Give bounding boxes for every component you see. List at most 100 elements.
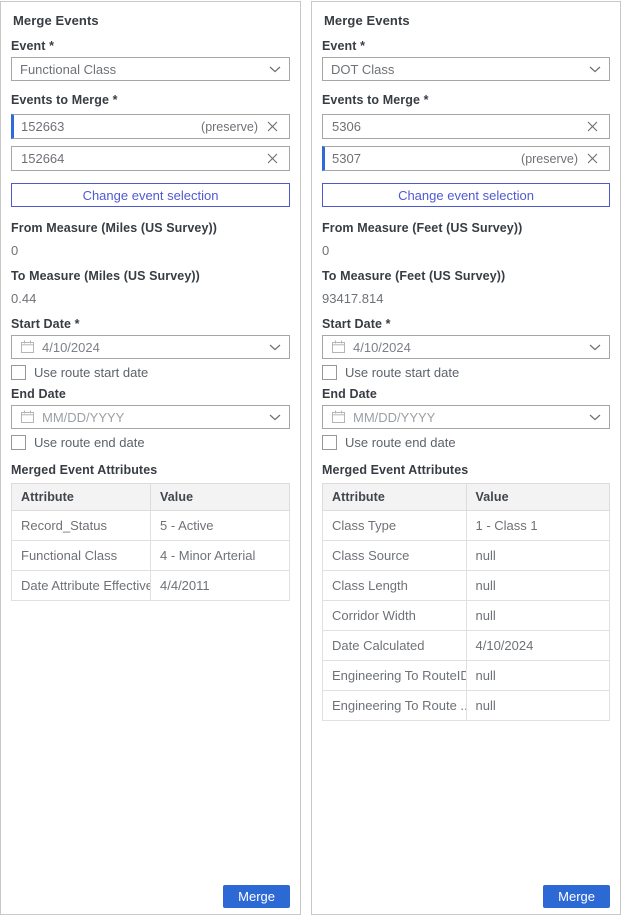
remove-event-icon[interactable] <box>265 119 280 134</box>
to-measure-value: 93417.814 <box>322 292 610 306</box>
checkbox-unchecked[interactable] <box>322 435 337 450</box>
from-measure-label: From Measure (Feet (US Survey)) <box>322 221 610 235</box>
value-cell: 1 - Class 1 <box>466 511 610 541</box>
table-row: Engineering To RouteIDnull <box>323 661 610 691</box>
table-body: Record_Status5 - ActiveFunctional Class4… <box>12 511 290 601</box>
use-route-start-date-checkbox-row[interactable]: Use route start date <box>322 365 610 380</box>
panel-spacer <box>11 601 290 885</box>
attribute-column-header: Attribute <box>323 484 467 511</box>
table-row: Corridor Widthnull <box>323 601 610 631</box>
event-id-value: 152664 <box>21 151 265 166</box>
start-date-input[interactable]: 4/10/2024 <box>11 335 290 359</box>
checkbox-unchecked[interactable] <box>11 365 26 380</box>
chevron-down-icon <box>269 344 281 351</box>
attribute-cell: Class Length <box>323 571 467 601</box>
end-date-placeholder: MM/DD/YYYY <box>42 410 262 425</box>
attribute-cell: Engineering To RouteID <box>323 661 467 691</box>
calendar-icon <box>20 340 35 354</box>
attribute-cell: Record_Status <box>12 511 151 541</box>
merged-attributes-table: Attribute Value Class Type1 - Class 1Cla… <box>322 483 610 721</box>
start-date-value: 4/10/2024 <box>42 340 262 355</box>
calendar-icon <box>331 340 346 354</box>
start-date-input[interactable]: 4/10/2024 <box>322 335 610 359</box>
event-label: Event * <box>322 39 610 53</box>
table-row: Functional Class4 - Minor Arterial <box>12 541 290 571</box>
attribute-cell: Engineering To Route ... <box>323 691 467 721</box>
start-date-label: Start Date * <box>11 317 290 331</box>
merged-event-attributes-title: Merged Event Attributes <box>322 463 610 477</box>
change-event-selection-button[interactable]: Change event selection <box>11 183 290 207</box>
value-cell: 4/4/2011 <box>151 571 290 601</box>
end-date-input[interactable]: MM/DD/YYYY <box>11 405 290 429</box>
table-row: Date Calculated4/10/2024 <box>323 631 610 661</box>
from-measure-value: 0 <box>322 244 610 258</box>
events-to-merge-list: 152663(preserve) 152664 <box>11 107 290 171</box>
to-measure-label: To Measure (Feet (US Survey)) <box>322 269 610 283</box>
value-cell: null <box>466 541 610 571</box>
use-route-end-date-checkbox-row[interactable]: Use route end date <box>322 435 610 450</box>
merge-button[interactable]: Merge <box>543 885 610 908</box>
value-cell: null <box>466 571 610 601</box>
value-cell: null <box>466 661 610 691</box>
preserve-badge: (preserve) <box>201 120 258 134</box>
merge-button-row: Merge <box>322 885 610 910</box>
to-measure-label: To Measure (Miles (US Survey)) <box>11 269 290 283</box>
remove-event-icon[interactable] <box>585 151 600 166</box>
merge-button-row: Merge <box>11 885 290 910</box>
table-row: Engineering To Route ...null <box>323 691 610 721</box>
table-row: Class Sourcenull <box>323 541 610 571</box>
event-id-input[interactable]: 152663(preserve) <box>11 114 290 139</box>
use-route-end-date-label: Use route end date <box>34 435 145 450</box>
attribute-cell: Date Attribute Effective <box>12 571 151 601</box>
attribute-cell: Date Calculated <box>323 631 467 661</box>
events-to-merge-list: 5306 5307(preserve) <box>322 107 610 171</box>
page-title: Merge Events <box>13 13 290 28</box>
event-select-value: Functional Class <box>20 62 116 77</box>
end-date-input[interactable]: MM/DD/YYYY <box>322 405 610 429</box>
event-id-input[interactable]: 152664 <box>11 146 290 171</box>
events-to-merge-label: Events to Merge * <box>11 93 290 107</box>
table-row: Date Attribute Effective4/4/2011 <box>12 571 290 601</box>
use-route-start-date-checkbox-row[interactable]: Use route start date <box>11 365 290 380</box>
use-route-end-date-label: Use route end date <box>345 435 456 450</box>
attribute-column-header: Attribute <box>12 484 151 511</box>
merged-event-attributes-title: Merged Event Attributes <box>11 463 290 477</box>
chevron-down-icon <box>589 414 601 421</box>
table-row: Class Type1 - Class 1 <box>323 511 610 541</box>
remove-event-icon[interactable] <box>585 119 600 134</box>
from-measure-label: From Measure (Miles (US Survey)) <box>11 221 290 235</box>
use-route-end-date-checkbox-row[interactable]: Use route end date <box>11 435 290 450</box>
event-id-input[interactable]: 5306 <box>322 114 610 139</box>
checkbox-unchecked[interactable] <box>11 435 26 450</box>
change-event-selection-button[interactable]: Change event selection <box>322 183 610 207</box>
remove-event-icon[interactable] <box>265 151 280 166</box>
merge-events-workspace: Merge Events Event * Functional Class Ev… <box>0 0 621 915</box>
table-header-row: Attribute Value <box>12 484 290 511</box>
to-measure-value: 0.44 <box>11 292 290 306</box>
event-select[interactable]: Functional Class <box>11 57 290 81</box>
value-cell: 4/10/2024 <box>466 631 610 661</box>
chevron-down-icon <box>269 66 281 73</box>
merge-button[interactable]: Merge <box>223 885 290 908</box>
event-label: Event * <box>11 39 290 53</box>
merge-events-panel-left: Merge Events Event * Functional Class Ev… <box>0 1 301 915</box>
calendar-icon <box>331 410 346 424</box>
table-row: Record_Status5 - Active <box>12 511 290 541</box>
event-select[interactable]: DOT Class <box>322 57 610 81</box>
end-date-label: End Date <box>322 387 610 401</box>
value-cell: 5 - Active <box>151 511 290 541</box>
value-cell: 4 - Minor Arterial <box>151 541 290 571</box>
event-id-value: 5307 <box>332 151 521 166</box>
checkbox-unchecked[interactable] <box>322 365 337 380</box>
event-id-input[interactable]: 5307(preserve) <box>322 146 610 171</box>
use-route-start-date-label: Use route start date <box>34 365 148 380</box>
event-id-value: 5306 <box>332 119 585 134</box>
attribute-cell: Corridor Width <box>323 601 467 631</box>
table-body: Class Type1 - Class 1Class SourcenullCla… <box>323 511 610 721</box>
merged-attributes-table: Attribute Value Record_Status5 - ActiveF… <box>11 483 290 601</box>
table-row: Class Lengthnull <box>323 571 610 601</box>
value-column-header: Value <box>151 484 290 511</box>
chevron-down-icon <box>589 344 601 351</box>
start-date-value: 4/10/2024 <box>353 340 582 355</box>
attribute-cell: Functional Class <box>12 541 151 571</box>
